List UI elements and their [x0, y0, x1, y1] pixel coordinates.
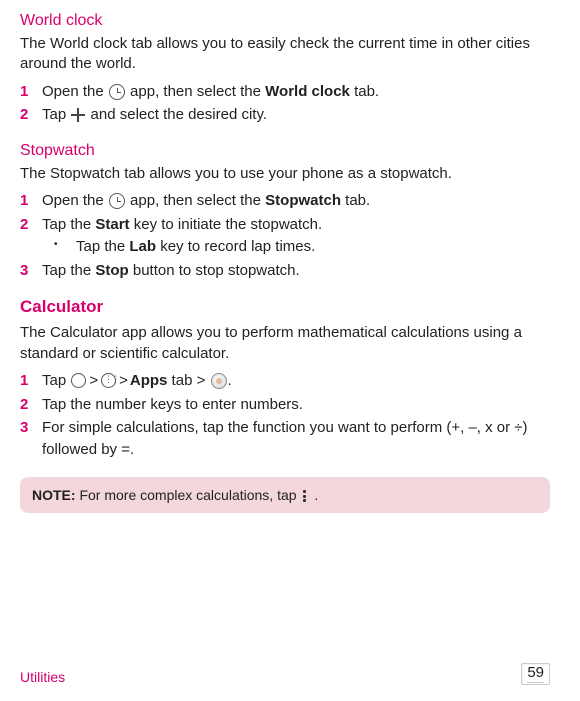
note-text: For more complex calculations, tap: [76, 487, 301, 503]
calculator-icon: [211, 373, 227, 389]
sub-item: Tap the Lab key to record lap times.: [54, 236, 550, 258]
section-world-clock: World clock The World clock tab allows y…: [20, 12, 550, 126]
bold-text: Stopwatch: [265, 192, 341, 209]
clock-icon: [109, 193, 125, 209]
text: Tap the number keys to enter numbers.: [42, 396, 303, 413]
step-item: 1 Tap >>Apps tab > .: [20, 370, 550, 392]
steps-list: 1 Open the app, then select the Stopwatc…: [20, 190, 550, 281]
page-number-value: 59: [527, 664, 544, 681]
section-title: World clock: [20, 12, 550, 30]
section-intro: The Calculator app allows you to perform…: [20, 323, 550, 364]
text: and select the desired city.: [86, 106, 267, 123]
step-number: 1: [20, 370, 28, 392]
chevron-right-icon: >: [89, 372, 98, 389]
text: tab.: [350, 83, 379, 100]
step-number: 2: [20, 394, 28, 416]
text: key to initiate the stopwatch.: [130, 216, 323, 233]
section-calculator: Calculator The Calculator app allows you…: [20, 297, 550, 513]
text: Tap the: [42, 216, 95, 233]
apps-grid-icon: [101, 373, 116, 388]
chevron-right-icon: >: [119, 372, 128, 389]
home-icon: [71, 373, 86, 388]
text: tab.: [341, 192, 370, 209]
step-number: 3: [20, 417, 28, 439]
step-item: 1 Open the app, then select the World cl…: [20, 81, 550, 103]
text: Tap the: [42, 262, 95, 279]
step-item: 3 For simple calculations, tap the funct…: [20, 417, 550, 461]
step-number: 3: [20, 260, 28, 282]
text: app, then select the: [126, 192, 265, 209]
step-number: 1: [20, 81, 28, 103]
step-number: 2: [20, 214, 28, 236]
text: .: [228, 372, 232, 389]
text: Tap: [42, 106, 70, 123]
section-intro: The World clock tab allows you to easily…: [20, 34, 550, 75]
step-number: 2: [20, 104, 28, 126]
step-number: 1: [20, 190, 28, 212]
text: For simple calculations, tap the functio…: [42, 419, 528, 458]
text: key to record lap times.: [156, 238, 315, 255]
note-box: NOTE: For more complex calculations, tap…: [20, 477, 550, 513]
section-title: Calculator: [20, 297, 550, 317]
text: Open the: [42, 192, 108, 209]
page-number: 59: [521, 663, 550, 686]
section-stopwatch: Stopwatch The Stopwatch tab allows you t…: [20, 142, 550, 281]
bold-text: Stop: [95, 262, 128, 279]
step-item: 2 Tap and select the desired city.: [20, 104, 550, 126]
bold-text: Lab: [129, 238, 156, 255]
page-number-underline: [527, 682, 544, 683]
steps-list: 1 Open the app, then select the World cl…: [20, 81, 550, 127]
clock-icon: [109, 84, 125, 100]
note-suffix: .: [310, 487, 318, 503]
menu-dots-icon: [300, 489, 310, 503]
bold-text: Apps: [130, 372, 168, 389]
text: Open the: [42, 83, 108, 100]
text: button to stop stopwatch.: [129, 262, 300, 279]
footer-category: Utilities: [20, 669, 65, 685]
text: Tap: [42, 372, 70, 389]
text: tab >: [167, 372, 209, 389]
section-title: Stopwatch: [20, 142, 550, 160]
text: Tap the: [76, 238, 129, 255]
step-item: 2 Tap the Start key to initiate the stop…: [20, 214, 550, 258]
note-label: NOTE:: [32, 487, 76, 503]
text: app, then select the: [126, 83, 265, 100]
step-item: 3 Tap the Stop button to stop stopwatch.: [20, 260, 550, 282]
bold-text: World clock: [265, 83, 350, 100]
plus-icon: [71, 108, 85, 122]
steps-list: 1 Tap >>Apps tab > . 2 Tap the number ke…: [20, 370, 550, 461]
step-item: 1 Open the app, then select the Stopwatc…: [20, 190, 550, 212]
page-footer: Utilities 59: [20, 663, 550, 686]
sub-list: Tap the Lab key to record lap times.: [42, 236, 550, 258]
bold-text: Start: [95, 216, 129, 233]
section-intro: The Stopwatch tab allows you to use your…: [20, 164, 550, 184]
step-item: 2 Tap the number keys to enter numbers.: [20, 394, 550, 416]
